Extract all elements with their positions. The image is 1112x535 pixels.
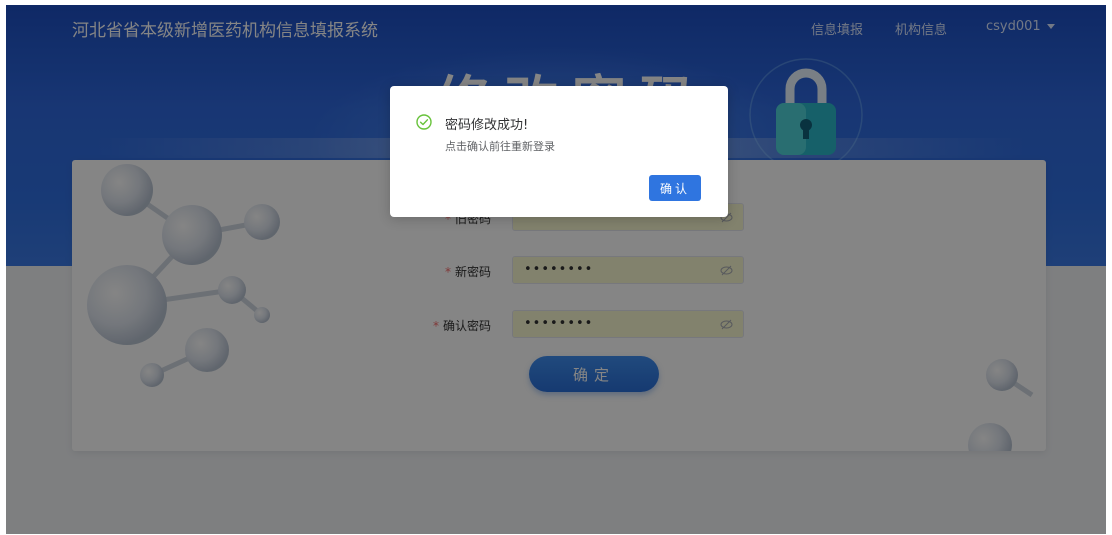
dialog-confirm-button[interactable]: 确认 xyxy=(649,175,701,201)
dialog-title: 密码修改成功! xyxy=(445,118,529,133)
modal-overlay[interactable] xyxy=(6,5,1106,534)
app-window: 修改密码 河北省省本级新增医药机构信息填报系统 信息填报 机构信息 csyd00… xyxy=(6,5,1106,534)
success-dialog: 密码修改成功! 点击确认前往重新登录 确认 xyxy=(390,86,728,217)
dialog-message: 点击确认前往重新登录 xyxy=(445,140,555,153)
success-check-icon xyxy=(416,114,432,130)
